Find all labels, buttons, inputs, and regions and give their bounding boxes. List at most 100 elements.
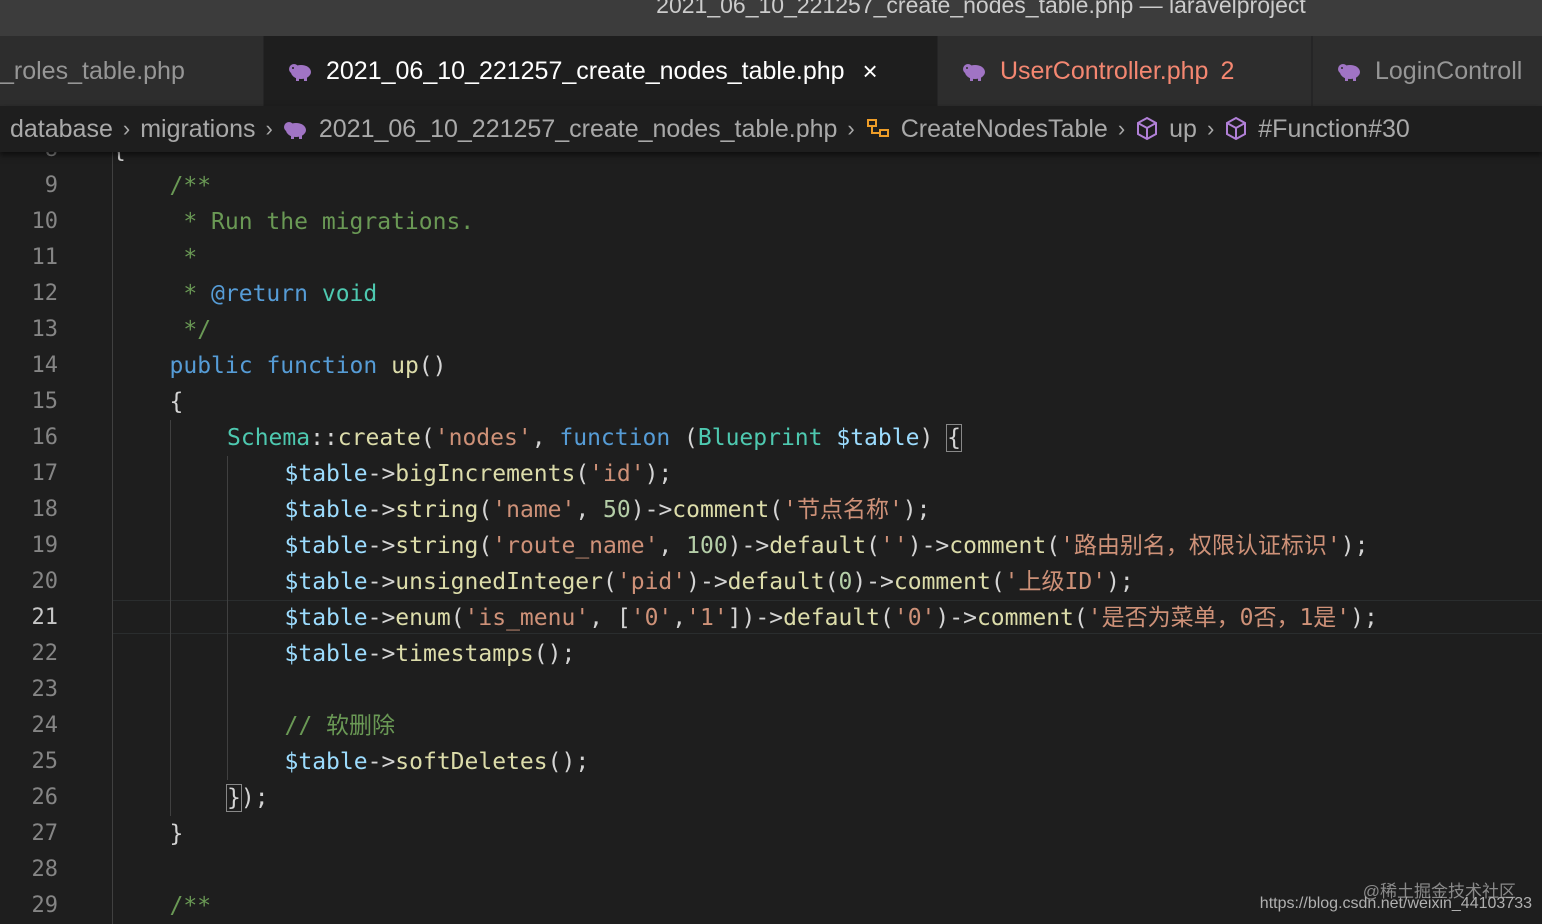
code-token: $table bbox=[284, 749, 368, 775]
code-token: '上级ID' bbox=[1004, 569, 1107, 595]
code-token: ( bbox=[575, 461, 590, 487]
code-token: 50 bbox=[603, 497, 631, 523]
code-token: softDeletes bbox=[395, 749, 548, 775]
breadcrumb-label: #Function#30 bbox=[1258, 114, 1410, 143]
method-cube-icon bbox=[1226, 116, 1247, 141]
code-token: function bbox=[266, 353, 378, 379]
code-token: default bbox=[783, 605, 880, 631]
line-number: 13 bbox=[31, 317, 59, 342]
line-number: 28 bbox=[31, 857, 59, 882]
breadcrumb-migrations[interactable]: migrations bbox=[140, 115, 255, 144]
code-token: (); bbox=[547, 749, 590, 775]
line-number: 15 bbox=[31, 389, 59, 414]
code-line[interactable]: 23 bbox=[0, 672, 1542, 708]
line-code: { bbox=[112, 152, 126, 168]
tab-user-controller[interactable]: UserController.php 2 bbox=[938, 36, 1312, 106]
code-token: )-> bbox=[727, 533, 770, 559]
code-token: 'route_name' bbox=[492, 533, 659, 559]
code-token: '是否为菜单，0否，1是' bbox=[1087, 605, 1351, 631]
line-number: 8 bbox=[0, 152, 58, 168]
code-token: )-> bbox=[686, 569, 728, 595]
code-token: )-> bbox=[630, 497, 673, 523]
indent-guide bbox=[169, 420, 171, 456]
php-elephant-icon bbox=[289, 64, 311, 81]
code-token: /** bbox=[169, 893, 212, 919]
line-number: 20 bbox=[31, 569, 59, 594]
line-code: } bbox=[170, 816, 184, 852]
breadcrumb-method-up[interactable]: up bbox=[1135, 115, 1197, 144]
code-token: /** bbox=[169, 173, 212, 199]
breadcrumb-file[interactable]: 2021_06_10_221257_create_nodes_table.php bbox=[283, 115, 837, 144]
code-token: $table bbox=[284, 641, 368, 667]
code-line[interactable]: 14 public function up() bbox=[0, 348, 1542, 384]
code-token: ); bbox=[1340, 533, 1369, 559]
indent-guide bbox=[227, 600, 228, 636]
indent-guide bbox=[227, 744, 228, 780]
tab-login-controller[interactable]: LoginControll bbox=[1313, 36, 1542, 106]
line-number: 10 bbox=[31, 209, 59, 234]
line-number: 11 bbox=[31, 245, 59, 270]
code-line[interactable]: 24 // 软删除 bbox=[0, 708, 1542, 744]
breadcrumb-database[interactable]: database bbox=[10, 115, 113, 144]
code-line[interactable]: 27} bbox=[0, 816, 1542, 852]
breadcrumb-label: CreateNodesTable bbox=[900, 114, 1108, 143]
breadcrumb-class[interactable]: CreateNodesTable bbox=[865, 115, 1108, 144]
code-line[interactable]: 11 * bbox=[0, 240, 1542, 276]
code-line[interactable]: 13 */ bbox=[0, 312, 1542, 348]
php-elephant-icon bbox=[963, 64, 985, 81]
code-token: function bbox=[559, 425, 671, 451]
code-token: ); bbox=[1350, 605, 1378, 631]
code-line[interactable]: 9 /** bbox=[0, 168, 1542, 204]
code-line[interactable]: 25 $table->softDeletes(); bbox=[0, 744, 1542, 780]
code-token: $table bbox=[284, 497, 368, 523]
method-cube-icon bbox=[1137, 116, 1158, 141]
window-title: 2021_06_10_221257_create_nodes_table.php… bbox=[656, 0, 1306, 18]
code-line[interactable]: 19 $table->string('route_name', 100)->def… bbox=[0, 528, 1542, 564]
code-token: comment bbox=[672, 497, 770, 523]
code-token: * Run the migrations. bbox=[169, 209, 475, 235]
code-token: ( bbox=[450, 605, 465, 631]
code-token: ( bbox=[824, 569, 839, 595]
code-token: Blueprint bbox=[697, 425, 823, 451]
tab-create-nodes-table[interactable]: 2021_06_10_221257_create_nodes_table.php… bbox=[264, 36, 938, 106]
code-line[interactable]: 17 $table->bigIncrements('id'); bbox=[0, 456, 1542, 492]
code-line[interactable]: 20 $table->unsignedInteger('pid')->defaul… bbox=[0, 564, 1542, 600]
code-line[interactable]: 18 $table->string('name', 50)->comment('节… bbox=[0, 492, 1542, 528]
code-line[interactable]: 8{ bbox=[0, 152, 1542, 168]
code-line[interactable]: 21 $table->enum('is_menu', ['0','1'])->de… bbox=[0, 600, 1542, 636]
code-line[interactable]: 12 * @return void bbox=[0, 276, 1542, 312]
code-editor[interactable]: 8{9/**10 * Run the migrations.11 *12 * @… bbox=[0, 152, 1542, 924]
code-token: $table bbox=[284, 533, 368, 559]
tab-label: 2021_06_10_221257_create_nodes_table.php bbox=[326, 56, 845, 85]
code-token: { bbox=[946, 424, 963, 452]
chevron-right-icon: › bbox=[847, 116, 855, 141]
line-code: public function up() bbox=[170, 348, 447, 384]
code-line[interactable]: 15 { bbox=[0, 384, 1542, 420]
close-icon[interactable]: × bbox=[863, 56, 878, 87]
code-line[interactable]: 28 bbox=[0, 852, 1542, 888]
code-line[interactable]: 22 $table->timestamps(); bbox=[0, 636, 1542, 672]
indent-guide bbox=[169, 492, 171, 528]
code-token: -> bbox=[367, 605, 396, 631]
code-line[interactable]: 26}); bbox=[0, 780, 1542, 816]
code-token: )-> bbox=[935, 605, 977, 631]
code-token: 'name' bbox=[492, 497, 576, 523]
code-token: 0 bbox=[838, 569, 853, 595]
line-code: $table->softDeletes(); bbox=[285, 744, 590, 780]
code-line[interactable]: 10 * Run the migrations. bbox=[0, 204, 1542, 240]
line-number: 25 bbox=[31, 749, 59, 774]
code-token: timestamps bbox=[395, 641, 534, 667]
code-token: , bbox=[672, 605, 687, 631]
php-elephant-icon bbox=[1338, 64, 1360, 81]
code-token: -> bbox=[367, 533, 396, 559]
tab-roles-table[interactable]: _roles_table.php bbox=[0, 36, 264, 106]
code-line[interactable]: 16 Schema::create('nodes', function (Blue… bbox=[0, 420, 1542, 456]
line-code: $table->enum('is_menu', ['0','1'])->defa… bbox=[285, 600, 1378, 636]
line-code: */ bbox=[170, 312, 211, 348]
code-token: default bbox=[769, 533, 867, 559]
line-number: 27 bbox=[31, 821, 59, 846]
code-token: :: bbox=[310, 425, 338, 451]
code-token: $table bbox=[284, 605, 368, 631]
breadcrumb-function[interactable]: #Function#30 bbox=[1224, 115, 1410, 144]
code-token: , [ bbox=[589, 605, 631, 631]
